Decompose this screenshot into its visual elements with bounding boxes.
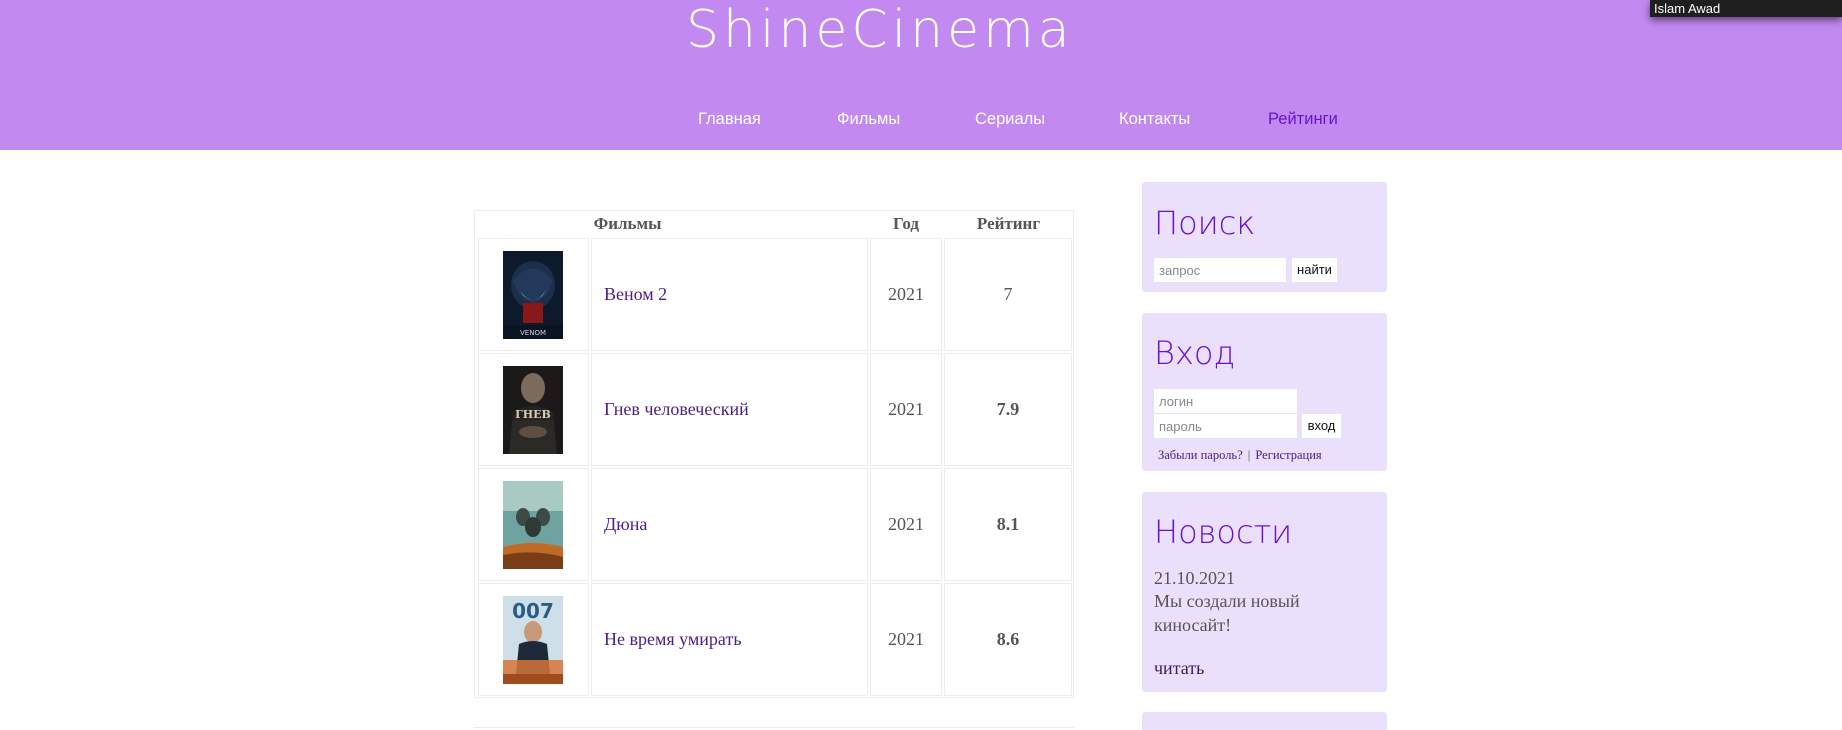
login-button[interactable]: вход — [1302, 414, 1341, 438]
news-title: Новости — [1154, 513, 1293, 551]
news-text: Мы создали новый киносайт! — [1154, 591, 1300, 635]
news-date: 21.10.2021 — [1154, 568, 1235, 588]
title-cell: Дюна — [591, 468, 868, 581]
nav-item-films[interactable]: Фильмы — [837, 108, 900, 130]
venom-poster-icon[interactable]: VENOM — [503, 251, 563, 339]
nav-item-series[interactable]: Сериалы — [975, 108, 1045, 130]
table-header-year: Год — [893, 214, 919, 233]
film-rating: 8.1 — [996, 514, 1020, 534]
next-panel — [1142, 712, 1387, 730]
title-cell: Веном 2 — [591, 238, 868, 351]
register-link[interactable]: Регистрация — [1255, 448, 1321, 462]
svg-text:007: 007 — [512, 599, 554, 623]
site-header: ShineCinema Главная Фильмы Сериалы Конта… — [0, 0, 1842, 150]
title-cell: Не время умирать — [591, 583, 868, 696]
rating-cell: 8.1 — [944, 468, 1072, 581]
news-panel: Новости 21.10.2021 Мы создали новый кино… — [1142, 492, 1387, 692]
bond-poster-icon[interactable]: 007 — [503, 596, 563, 684]
year-cell: 2021 — [870, 468, 942, 581]
rating-cell: 8.6 — [944, 583, 1072, 696]
year-cell: 2021 — [870, 238, 942, 351]
search-title: Поиск — [1154, 204, 1256, 242]
table-header-films: Фильмы — [593, 214, 662, 233]
search-panel: Поиск найти — [1142, 182, 1387, 292]
film-title-link[interactable]: Не время умирать — [604, 584, 742, 695]
film-rating: 7 — [1003, 284, 1013, 304]
year-cell: 2021 — [870, 353, 942, 466]
films-table: Фильмы Год Рейтинг VENOM Веном 2 2021 7 … — [474, 210, 1074, 698]
svg-text:ГНЕВ: ГНЕВ — [515, 408, 551, 421]
film-year: 2021 — [888, 399, 924, 419]
svg-text:VENOM: VENOM — [520, 329, 546, 337]
links-separator: | — [1247, 448, 1251, 462]
user-name-badge: Islam Awad — [1650, 0, 1842, 17]
password-field[interactable] — [1154, 414, 1297, 438]
site-logo[interactable]: ShineCinema — [686, 0, 1074, 60]
table-header-rating: Рейтинг — [976, 214, 1041, 233]
rating-cell: 7.9 — [944, 353, 1072, 466]
poster-cell: ГНЕВ — [478, 353, 589, 466]
rating-cell: 7 — [944, 238, 1072, 351]
search-input[interactable] — [1154, 258, 1286, 282]
film-title-link[interactable]: Веном 2 — [604, 239, 667, 350]
news-read-link[interactable]: читать — [1154, 658, 1204, 679]
film-title-link[interactable]: Дюна — [604, 469, 647, 580]
nav-item-home[interactable]: Главная — [698, 108, 761, 130]
dune-poster-icon[interactable] — [503, 481, 563, 569]
film-rating: 7.9 — [996, 399, 1020, 419]
forgot-password-link[interactable]: Забыли пароль? — [1158, 448, 1243, 462]
film-year: 2021 — [888, 284, 924, 304]
login-field[interactable] — [1154, 389, 1297, 413]
divider — [474, 727, 1074, 728]
poster-cell — [478, 468, 589, 581]
title-cell: Гнев человеческий — [591, 353, 868, 466]
login-title: Вход — [1154, 334, 1236, 372]
poster-cell: VENOM — [478, 238, 589, 351]
nav-item-ratings[interactable]: Рейтинги — [1268, 108, 1338, 130]
film-year: 2021 — [888, 514, 924, 534]
film-year: 2021 — [888, 629, 924, 649]
nav-item-contacts[interactable]: Контакты — [1119, 108, 1190, 130]
film-title-link[interactable]: Гнев человеческий — [604, 354, 749, 465]
film-rating: 8.6 — [996, 629, 1020, 649]
login-links: Забыли пароль? | Регистрация — [1158, 444, 1322, 463]
year-cell: 2021 — [870, 583, 942, 696]
login-panel: Вход вход Забыли пароль? | Регистрация — [1142, 313, 1387, 471]
search-button[interactable]: найти — [1292, 258, 1337, 282]
wrath-poster-icon[interactable]: ГНЕВ — [503, 366, 563, 454]
poster-cell: 007 — [478, 583, 589, 696]
